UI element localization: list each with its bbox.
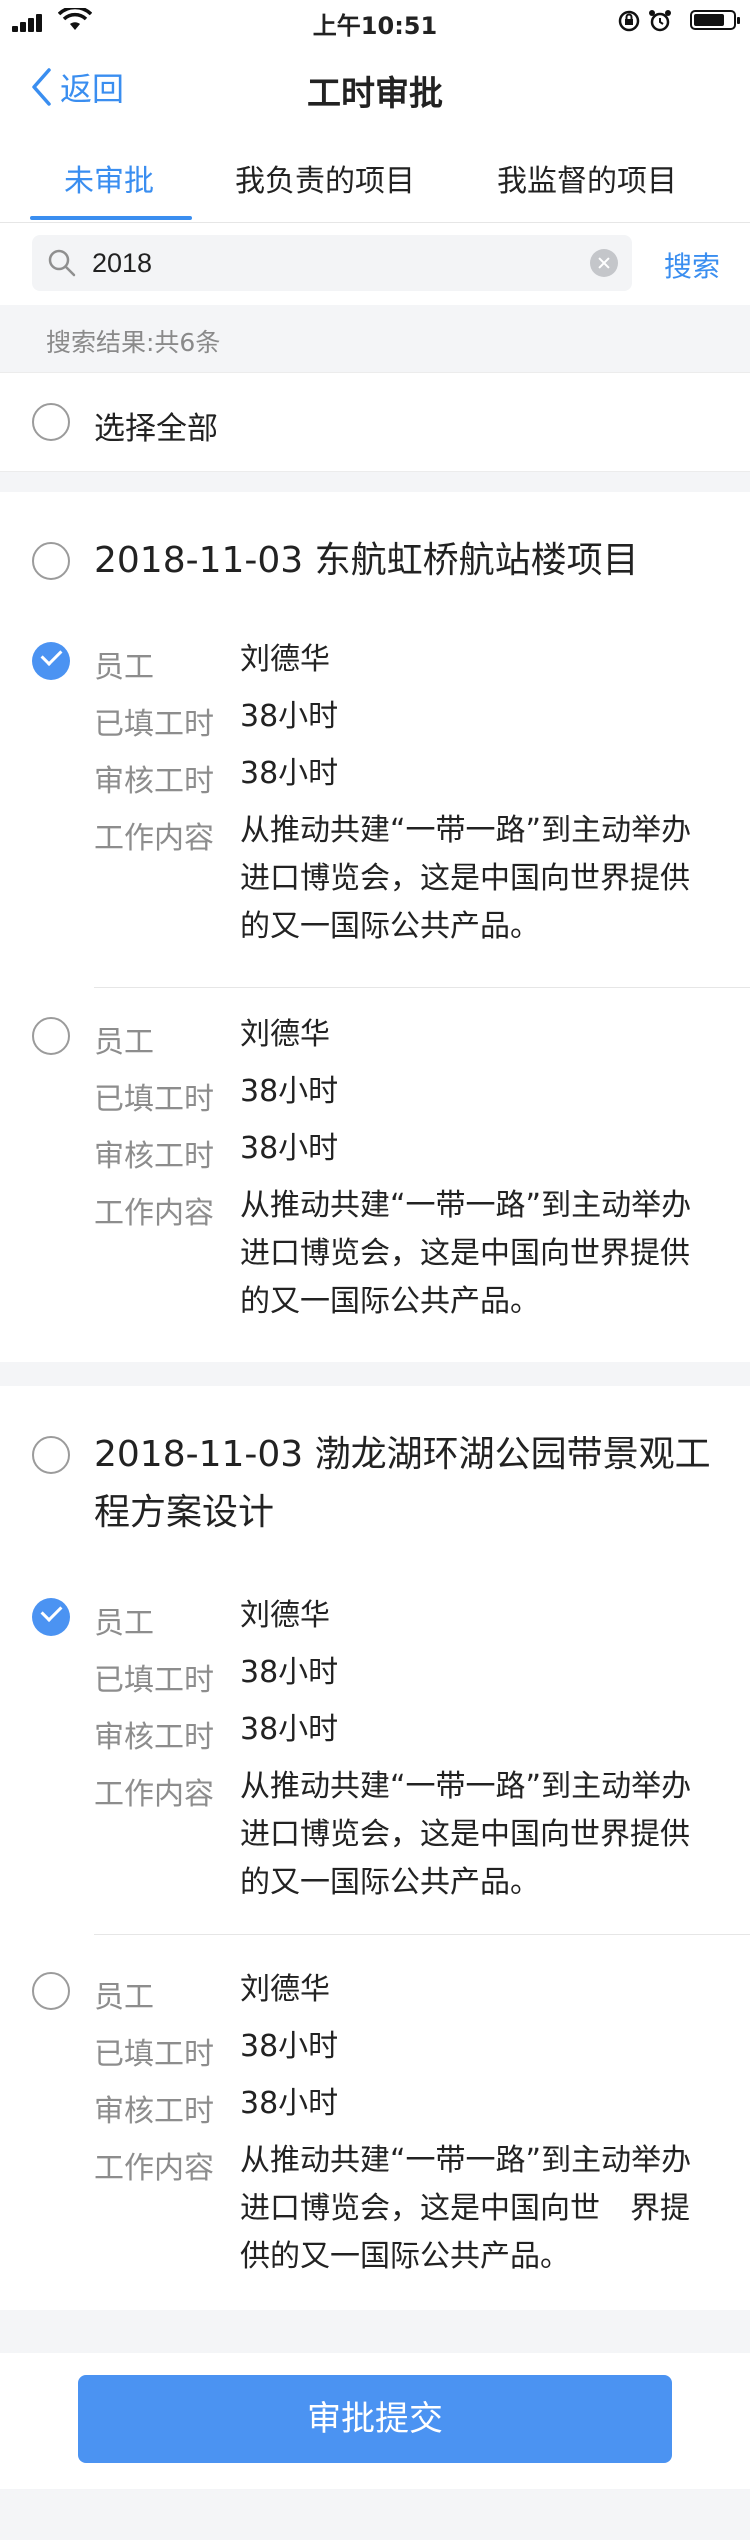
- filled-hours-value: 38小时: [240, 699, 339, 734]
- entry-checkbox[interactable]: [32, 1972, 70, 2010]
- entry-checkbox[interactable]: [32, 1598, 70, 1636]
- clear-search-icon[interactable]: [590, 249, 618, 277]
- review-hours-value: 38小时: [240, 2086, 339, 2121]
- project-group: 2018-11-03 东航虹桥航站楼项目 员工 刘德华 已填工时 38小时 审核…: [0, 492, 750, 1362]
- work-content-line: 的又一国际公共产品。: [240, 1865, 540, 1900]
- work-content-line: 的又一国际公共产品。: [240, 909, 540, 944]
- review-hours-label: 审核工时: [94, 764, 214, 799]
- work-content-label: 工作内容: [94, 2151, 214, 2186]
- project-checkbox[interactable]: [32, 1436, 70, 1474]
- search-button[interactable]: 搜索: [664, 245, 720, 285]
- review-hours-label: 审核工时: [94, 1720, 214, 1755]
- work-content-line: 的又一国际公共产品。: [240, 1284, 540, 1319]
- work-content-label: 工作内容: [94, 1777, 214, 1812]
- search-icon: [48, 249, 76, 277]
- employee-value: 刘德华: [240, 642, 330, 677]
- work-content-line: 进口博览会，这是中国向世界提供: [240, 1817, 690, 1852]
- employee-label: 员工: [94, 1025, 154, 1060]
- employee-label: 员工: [94, 1980, 154, 2015]
- filled-hours-value: 38小时: [240, 1074, 339, 1109]
- work-content-line: 进口博览会，这是中国向世 界提: [240, 2191, 690, 2226]
- status-bar: 上午10:51: [0, 0, 750, 44]
- select-all-checkbox[interactable]: [32, 403, 70, 441]
- review-hours-value: 38小时: [240, 1712, 339, 1747]
- filled-hours-value: 38小时: [240, 1655, 339, 1690]
- work-content-label: 工作内容: [94, 1196, 214, 1231]
- project-group: 2018-11-03 渤龙湖环湖公园带景观工 程方案设计 员工 刘德华 已填工时…: [0, 1386, 750, 2310]
- search-input[interactable]: [92, 243, 572, 283]
- review-hours-value: 38小时: [240, 1131, 339, 1166]
- filled-hours-label: 已填工时: [94, 1082, 214, 1117]
- orientation-lock-icon: [618, 10, 640, 32]
- work-content-line: 进口博览会，这是中国向世界提供: [240, 861, 690, 896]
- footer-bar: 审批提交: [0, 2353, 750, 2489]
- filled-hours-label: 已填工时: [94, 2037, 214, 2072]
- entry-divider: [94, 1934, 750, 1935]
- search-result-count: 搜索结果:共6条: [0, 305, 750, 372]
- review-hours-label: 审核工时: [94, 1139, 214, 1174]
- select-all-label: 选择全部: [94, 411, 218, 447]
- alarm-icon: [649, 10, 671, 32]
- filled-hours-value: 38小时: [240, 2029, 339, 2064]
- page-title: 工时审批: [307, 74, 443, 114]
- review-hours-value: 38小时: [240, 756, 339, 791]
- entry-checkbox[interactable]: [32, 642, 70, 680]
- select-all-row[interactable]: 选择全部: [0, 372, 750, 472]
- employee-label: 员工: [94, 1606, 154, 1641]
- search-area: 搜索: [0, 223, 750, 305]
- search-box: [32, 235, 632, 291]
- project-title-line: 程方案设计: [94, 1492, 275, 1533]
- tab-my-projects[interactable]: 我负责的项目: [235, 156, 415, 200]
- work-content-line: 从推动共建“一带一路”到主动举办: [240, 1188, 692, 1223]
- employee-value: 刘德华: [240, 1017, 330, 1052]
- work-content-label: 工作内容: [94, 821, 214, 856]
- work-content-line: 供的又一国际公共产品。: [240, 2239, 570, 2274]
- submit-approval-button[interactable]: 审批提交: [78, 2375, 672, 2463]
- work-content-line: 从推动共建“一带一路”到主动举办: [240, 813, 692, 848]
- navigation-bar: 返回 工时审批: [0, 44, 750, 132]
- filled-hours-label: 已填工时: [94, 1663, 214, 1698]
- active-tab-indicator: [30, 216, 192, 220]
- tab-bar: 未审批 我负责的项目 我监督的项目: [0, 132, 750, 223]
- project-checkbox[interactable]: [32, 542, 70, 580]
- entry-checkbox[interactable]: [32, 1017, 70, 1055]
- project-title-line: 2018-11-03 渤龙湖环湖公园带景观工: [94, 1434, 711, 1475]
- employee-value: 刘德华: [240, 1972, 330, 2007]
- employee-value: 刘德华: [240, 1598, 330, 1633]
- project-title: 2018-11-03 东航虹桥航站楼项目: [94, 540, 639, 581]
- employee-label: 员工: [94, 650, 154, 685]
- battery-icon: [690, 10, 740, 30]
- review-hours-label: 审核工时: [94, 2094, 214, 2129]
- work-content-line: 从推动共建“一带一路”到主动举办: [240, 1769, 692, 1804]
- tab-unapproved[interactable]: 未审批: [64, 156, 154, 200]
- work-content-line: 从推动共建“一带一路”到主动举办: [240, 2143, 692, 2178]
- entry-divider: [94, 987, 750, 988]
- filled-hours-label: 已填工时: [94, 707, 214, 742]
- work-content-line: 进口博览会，这是中国向世界提供: [240, 1236, 690, 1271]
- tab-supervised-projects[interactable]: 我监督的项目: [497, 156, 677, 200]
- result-count-text: 搜索结果:共6条: [46, 328, 221, 357]
